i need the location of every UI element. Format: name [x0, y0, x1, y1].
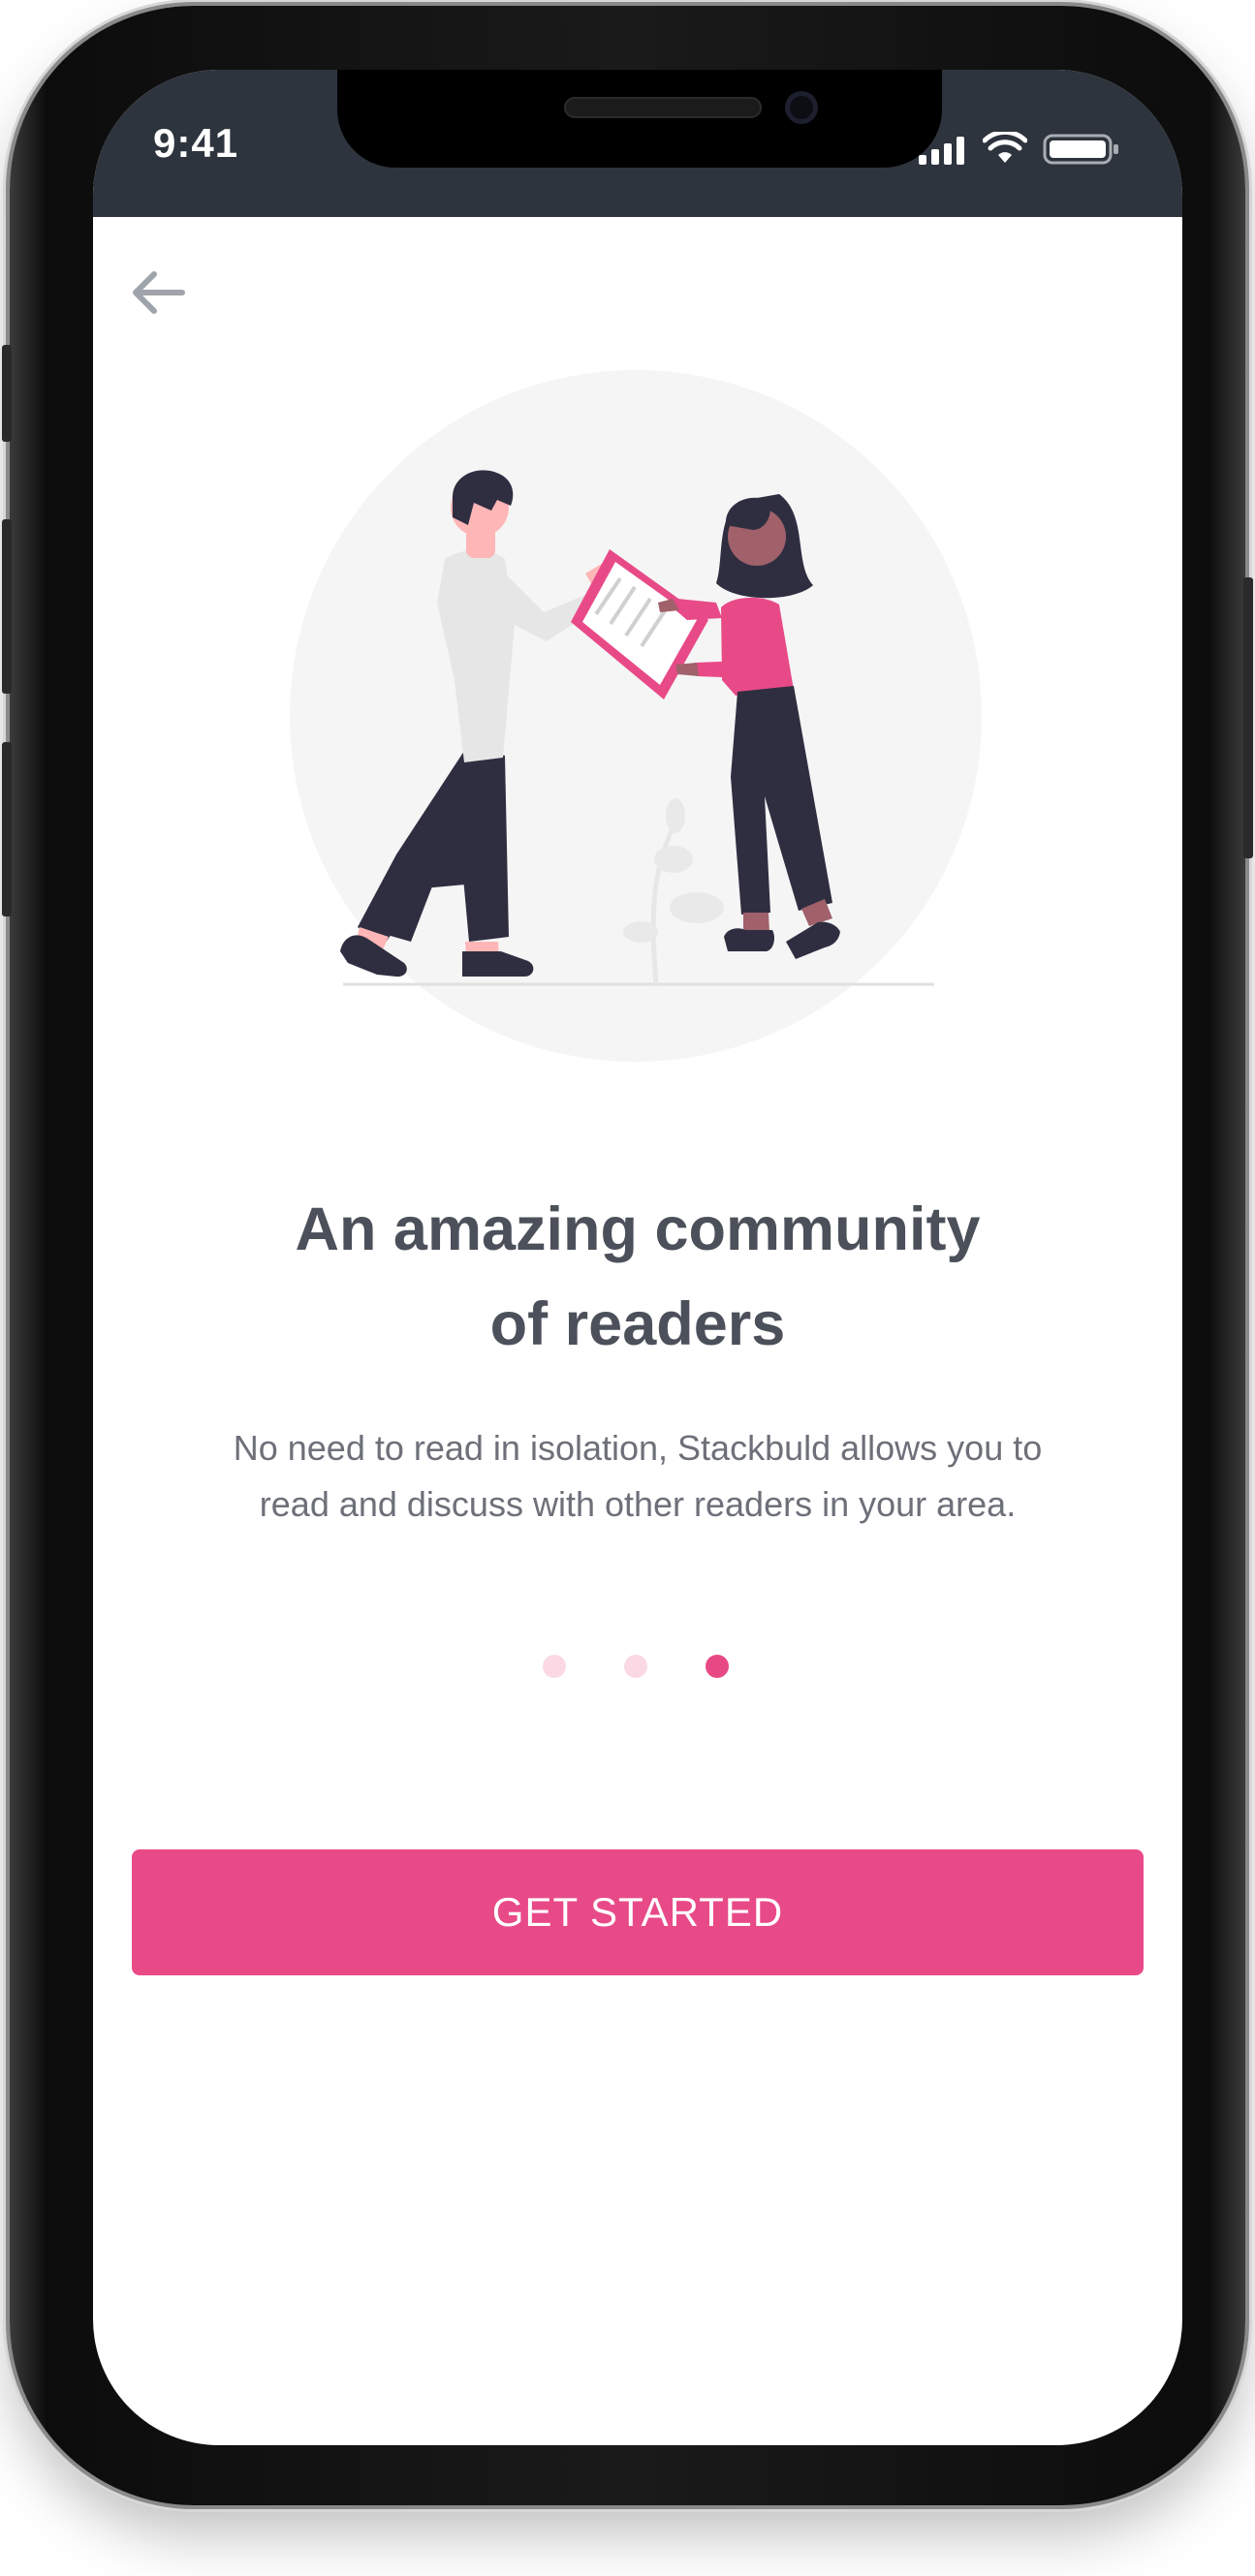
- back-button[interactable]: [120, 256, 194, 329]
- phone-frame: 9:41 An amazing community of readers No …: [2, 6, 1253, 2505]
- power-button: [1243, 577, 1253, 858]
- status-bar: 9:41: [93, 70, 1182, 217]
- page-indicator-dot-2[interactable]: [624, 1655, 647, 1678]
- description-line-2: read and discuss with other readers in y…: [259, 1484, 1017, 1524]
- title-line-2: of readers: [489, 1290, 786, 1358]
- cellular-signal-icon: [919, 137, 964, 165]
- status-icons: [919, 132, 1122, 165]
- notch: [337, 70, 942, 168]
- onboarding-description: No need to read in isolation, Stackbuld …: [155, 1420, 1120, 1533]
- phone-screen: 9:41 An amazing community of readers No …: [93, 70, 1182, 2445]
- page-indicator-dot-1[interactable]: [543, 1655, 566, 1678]
- front-camera: [785, 91, 818, 124]
- title-line-1: An amazing community: [295, 1195, 981, 1263]
- arrow-left-icon: [133, 271, 185, 314]
- volume-up-button: [2, 519, 12, 694]
- battery-icon: [1043, 134, 1118, 165]
- wifi-icon: [983, 132, 1027, 163]
- header: [93, 217, 1182, 343]
- page-indicator: [93, 1651, 1182, 1680]
- mute-switch: [2, 345, 12, 442]
- onboarding-illustration: [290, 370, 982, 1062]
- volume-down-button: [2, 742, 12, 916]
- get-started-button[interactable]: GET STARTED: [132, 1849, 1144, 1975]
- speaker-grille: [564, 97, 762, 118]
- status-time: 9:41: [153, 120, 239, 166]
- page-indicator-dot-3[interactable]: [706, 1655, 729, 1678]
- description-line-1: No need to read in isolation, Stackbuld …: [233, 1428, 1043, 1468]
- onboarding-title: An amazing community of readers: [171, 1182, 1105, 1372]
